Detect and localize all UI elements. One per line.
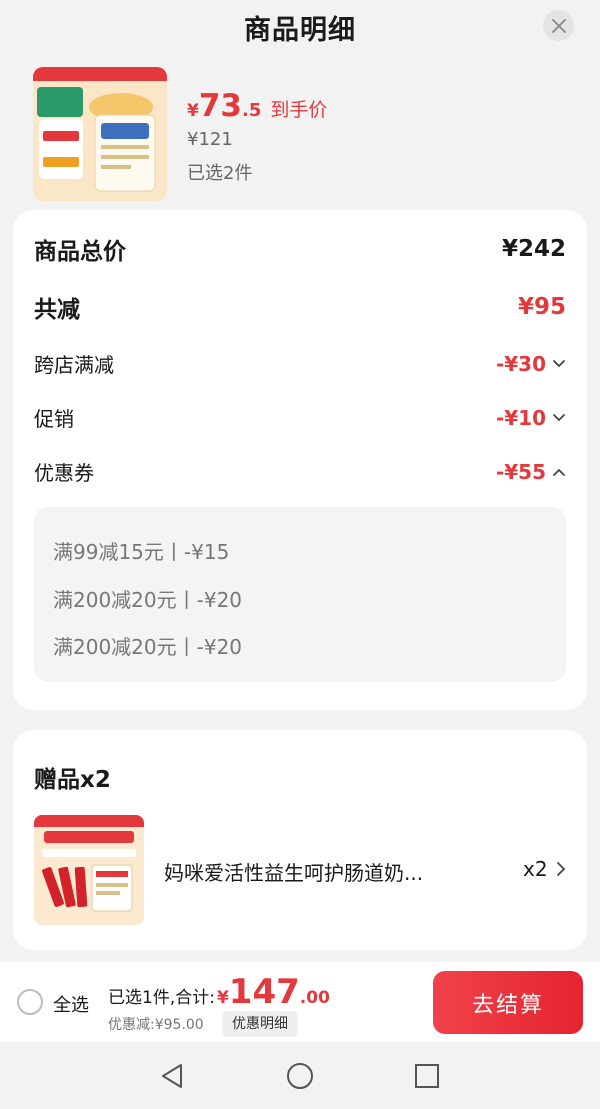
- original-price: ¥121: [187, 129, 233, 150]
- total-value: ¥242: [501, 236, 566, 262]
- total-integer: 147: [228, 972, 300, 1012]
- coupon-item: 满200减20元丨-¥20: [53, 588, 243, 612]
- price-currency: ¥: [187, 101, 199, 121]
- close-button[interactable]: [543, 10, 574, 41]
- nav-home-icon: [287, 1063, 313, 1089]
- total-summary-label: 已选1件,合计:: [108, 988, 215, 1008]
- nav-home-button[interactable]: [284, 1060, 316, 1092]
- chevron-down-icon: [552, 359, 566, 369]
- gift-thumbnail[interactable]: [34, 815, 144, 925]
- checkout-bar: 全选 已选1件,合计: ¥ 147 .00 优惠减:¥95.00 优惠明细 去结…: [0, 962, 600, 1042]
- chevron-up-icon: [552, 467, 566, 477]
- total-currency: ¥: [216, 988, 229, 1008]
- final-price: ¥ 73 .5 到手价: [187, 88, 327, 124]
- gift-quantity: x2: [523, 857, 548, 881]
- header: 商品明细: [0, 0, 600, 52]
- nav-recents-icon: [415, 1064, 439, 1088]
- discount-value: -¥10: [495, 405, 546, 430]
- price-breakdown-card: 商品总价 ¥242 共减 ¥95 跨店满减 -¥30 促销 -¥10 优惠券 -…: [13, 210, 587, 710]
- discount-label: 优惠券: [34, 461, 94, 485]
- total-label: 商品总价: [34, 239, 126, 265]
- discount-detail-button[interactable]: 优惠明细: [222, 1011, 298, 1037]
- price-tag: 到手价: [270, 99, 328, 121]
- discount-value: -¥30: [495, 351, 546, 376]
- discount-value: -¥55: [495, 459, 546, 484]
- nav-back-icon: [162, 1064, 182, 1088]
- discount-label: 促销: [34, 407, 74, 431]
- total-summary: 已选1件,合计: ¥ 147 .00: [108, 972, 330, 1012]
- select-all-checkbox[interactable]: [17, 989, 43, 1015]
- nav-recents-button[interactable]: [411, 1060, 443, 1092]
- total-row: 商品总价 ¥242: [34, 232, 566, 266]
- selected-count: 已选2件: [187, 163, 253, 184]
- select-all-label[interactable]: 全选: [53, 991, 89, 1017]
- reduce-label: 共减: [34, 297, 80, 323]
- cross-store-discount-row[interactable]: 跨店满减 -¥30: [34, 349, 566, 378]
- nav-back-button[interactable]: [156, 1060, 188, 1092]
- close-icon: [551, 18, 566, 33]
- price-decimal: .5: [241, 100, 262, 121]
- product-thumbnail: [33, 67, 167, 201]
- system-nav-bar: [0, 1042, 600, 1109]
- price-integer: 73: [198, 88, 242, 124]
- reduce-value: ¥95: [517, 294, 566, 320]
- coupon-item: 满200减20元丨-¥20: [53, 635, 243, 659]
- coupon-list: 满99减15元丨-¥15 满200减20元丨-¥20 满200减20元丨-¥20: [34, 507, 566, 682]
- gift-title: 赠品x2: [34, 767, 111, 793]
- total-decimal: .00: [299, 988, 330, 1008]
- product-detail-sheet: 商品明细 ¥ 73 .5 到手价 ¥121 已选2件 商品总价 ¥242 共减 …: [0, 0, 600, 1109]
- page-title: 商品明细: [244, 15, 356, 46]
- checkout-button[interactable]: 去结算: [433, 971, 583, 1034]
- discount-label: 跨店满减: [34, 353, 114, 377]
- promotion-row[interactable]: 促销 -¥10: [34, 403, 566, 432]
- discount-summary: 优惠减:¥95.00: [108, 1017, 204, 1033]
- reduce-row: 共减 ¥95: [34, 290, 566, 324]
- coupon-row[interactable]: 优惠券 -¥55: [34, 457, 566, 486]
- chevron-down-icon: [552, 413, 566, 423]
- coupon-item: 满99减15元丨-¥15: [53, 540, 230, 564]
- gift-card: 赠品x2 妈咪爱活性益生呵护肠道奶... x2: [13, 730, 587, 950]
- chevron-right-icon[interactable]: [556, 861, 566, 881]
- gift-name[interactable]: 妈咪爱活性益生呵护肠道奶...: [164, 857, 464, 886]
